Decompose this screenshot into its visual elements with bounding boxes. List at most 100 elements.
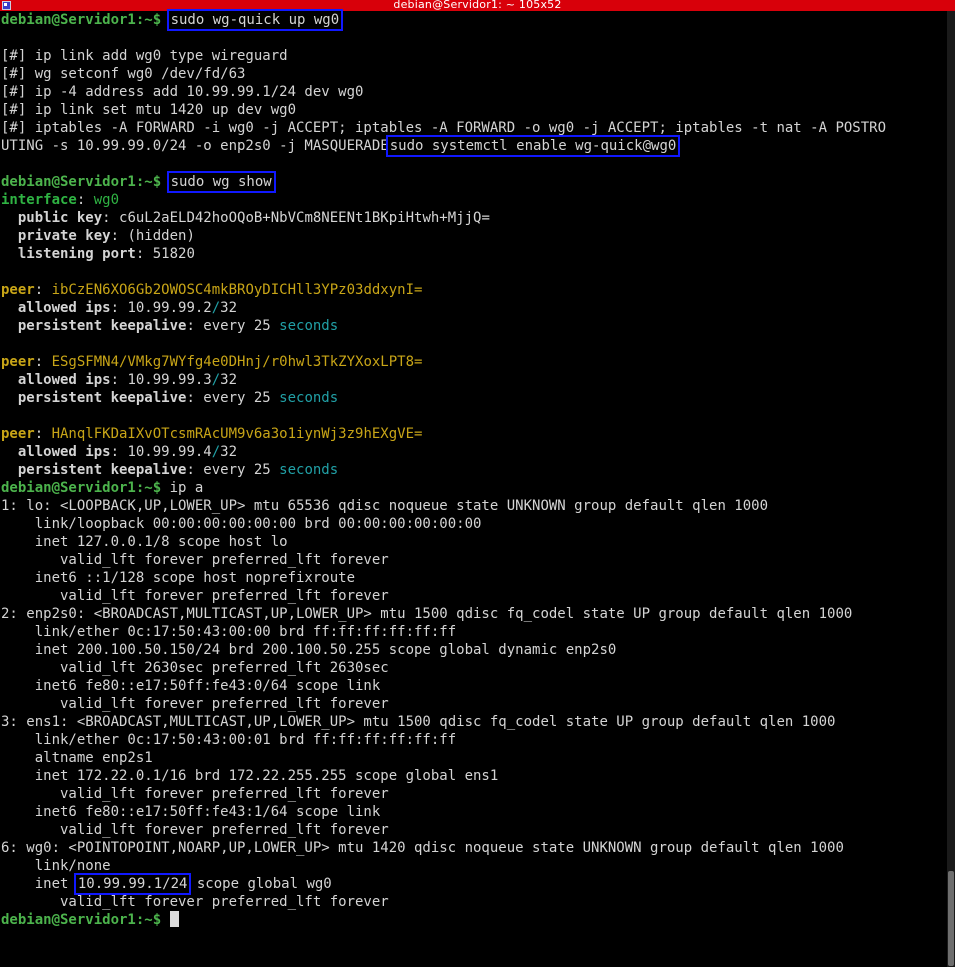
- window-title: debian@Servidor1: ~ 105x52: [393, 0, 562, 11]
- listen-port-label: listening port: [17, 246, 136, 262]
- wg-public-key-line: public key: c6uL2aELD42hoOQoB+NbVCm8NEEN…: [17, 210, 490, 226]
- output-line: valid_lft 2630sec preferred_lft 2630sec: [1, 660, 389, 676]
- terminal-output[interactable]: debian@Servidor1:~$ sudo wg-quick up wg0…: [1, 9, 945, 967]
- public-key-label: public key: [17, 210, 103, 226]
- output-line: [#] ip link set mtu 1420 up dev wg0: [1, 102, 297, 118]
- shell-prompt: debian@Servidor1:~$: [1, 174, 170, 190]
- allowed-ips-label: allowed ips: [17, 372, 111, 388]
- output-line: [#] ip -4 address add 10.99.99.1/24 dev …: [1, 84, 364, 100]
- keepalive-label: persistent keepalive: [17, 390, 187, 406]
- command-line: debian@Servidor1:~$ ip a: [1, 479, 945, 497]
- seconds-unit: seconds: [279, 390, 339, 406]
- output-line: valid_lft forever preferred_lft forever: [1, 822, 389, 838]
- output-line: inet6 ::1/128 scope host noprefixroute: [1, 570, 356, 586]
- output-line: valid_lft forever preferred_lft forever: [1, 696, 389, 712]
- peer-label: peer: [1, 354, 35, 370]
- output-line: [#] iptables -A FORWARD -i wg0 -j ACCEPT…: [1, 120, 887, 136]
- allowed-mask: 32: [220, 444, 238, 460]
- output-line: link/ether 0c:17:50:43:00:01 brd ff:ff:f…: [1, 732, 457, 748]
- keepalive-line: persistent keepalive: every 25 seconds: [17, 462, 339, 478]
- output-text: UTING -s 10.99.99.0/24 -o enp2s0 -j MASQ…: [1, 138, 389, 154]
- output-line: inet 200.100.50.150/24 brd 200.100.50.25…: [1, 642, 617, 658]
- allowed-mask: 32: [220, 372, 238, 388]
- output-text: inet: [1, 876, 77, 892]
- shell-prompt: debian@Servidor1:~$: [1, 12, 170, 28]
- allowed-ip: 10.99.99.2: [127, 300, 212, 316]
- listen-port-value: 51820: [152, 246, 195, 262]
- wg-private-key-line: private key: (hidden): [17, 228, 195, 244]
- allowed-ips-line: allowed ips: 10.99.99.2/32: [17, 300, 238, 316]
- allowed-ips-label: allowed ips: [17, 300, 111, 316]
- private-key-label: private key: [17, 228, 111, 244]
- scrollbar[interactable]: [947, 11, 955, 967]
- output-text: scope global wg0: [188, 876, 332, 892]
- keepalive-label: persistent keepalive: [17, 318, 187, 334]
- seconds-unit: seconds: [279, 462, 339, 478]
- allowed-ips-label: allowed ips: [17, 444, 111, 460]
- text-cursor: [169, 911, 179, 927]
- output-line: valid_lft forever preferred_lft forever: [1, 588, 389, 604]
- output-line: [#] wg setconf wg0 /dev/fd/63: [1, 66, 246, 82]
- shell-prompt: debian@Servidor1:~$: [1, 912, 170, 928]
- peer-line: peer: ibCzEN6XO6Gb2OWOSC4mkBROyDICHll3YP…: [1, 282, 423, 298]
- output-line: link/ether 0c:17:50:43:00:00 brd ff:ff:f…: [1, 624, 457, 640]
- output-line: 1: lo: <LOOPBACK,UP,LOWER_UP> mtu 65536 …: [1, 498, 769, 514]
- allowed-ip: 10.99.99.4: [127, 444, 212, 460]
- public-key-value: c6uL2aELD42hoOQoB+NbVCm8NEENt1BKpiHtwh+M…: [119, 210, 490, 226]
- highlighted-wg0-address: 10.99.99.1/24: [73, 873, 192, 895]
- peer-key: HAnqlFKDaIXvOTcsmRAcUM9v6a3o1iynWj3z9hEX…: [51, 426, 423, 442]
- seconds-unit: seconds: [279, 318, 339, 334]
- wg-listen-port-line: listening port: 51820: [17, 246, 195, 262]
- peer-label: peer: [1, 282, 35, 298]
- private-key-value: (hidden): [127, 228, 195, 244]
- keepalive-line: persistent keepalive: every 25 seconds: [17, 318, 339, 334]
- keepalive-line: persistent keepalive: every 25 seconds: [17, 390, 339, 406]
- highlighted-command: sudo systemctl enable wg-quick@wg0: [385, 135, 681, 157]
- command-line: debian@Servidor1:~$ sudo wg-quick up wg0: [1, 9, 945, 31]
- output-line: valid_lft forever preferred_lft forever: [1, 894, 389, 910]
- peer-key: ibCzEN6XO6Gb2OWOSC4mkBROyDICHll3YPz03ddx…: [51, 282, 423, 298]
- output-line: valid_lft forever preferred_lft forever: [1, 552, 389, 568]
- command-line: debian@Servidor1:~$: [1, 911, 945, 929]
- keepalive-value: every 25: [203, 318, 280, 334]
- keepalive-value: every 25: [203, 462, 280, 478]
- wg0-inet-line: inet 10.99.99.1/24 scope global wg0: [1, 873, 945, 895]
- allowed-ip: 10.99.99.3: [127, 372, 212, 388]
- scrollbar-thumb[interactable]: [948, 871, 954, 966]
- highlighted-command: sudo wg show: [166, 171, 276, 193]
- wg-interface-line: interface: wg0: [1, 192, 120, 208]
- output-line: [#] ip link add wg0 type wireguard: [1, 48, 288, 64]
- command-line: debian@Servidor1:~$ sudo wg show: [1, 171, 945, 193]
- peer-line: peer: ESgSFMN4/VMkg7WYfg4e0DHnj/r0hwl3Tk…: [1, 354, 423, 370]
- output-line: altname enp2s1: [1, 750, 153, 766]
- highlighted-command: sudo wg-quick up wg0: [166, 9, 344, 31]
- output-line: inet 172.22.0.1/16 brd 172.22.255.255 sc…: [1, 768, 499, 784]
- shell-prompt: debian@Servidor1:~$: [1, 480, 170, 496]
- output-line: valid_lft forever preferred_lft forever: [1, 786, 389, 802]
- output-line: 2: enp2s0: <BROADCAST,MULTICAST,UP,LOWER…: [1, 606, 853, 622]
- output-line: inet 127.0.0.1/8 scope host lo: [1, 534, 288, 550]
- keepalive-value: every 25: [203, 390, 280, 406]
- peer-label: peer: [1, 426, 35, 442]
- allowed-mask: 32: [220, 300, 238, 316]
- interface-name: wg0: [93, 192, 120, 208]
- command-text: ip a: [169, 480, 204, 496]
- title-bar: debian@Servidor1: ~ 105x52: [0, 0, 955, 11]
- output-line: 6: wg0: <POINTOPOINT,NOARP,UP,LOWER_UP> …: [1, 840, 844, 856]
- keepalive-label: persistent keepalive: [17, 462, 187, 478]
- peer-key: ESgSFMN4/VMkg7WYfg4e0DHnj/r0hwl3TkZYXoxL…: [51, 354, 423, 370]
- peer-line: peer: HAnqlFKDaIXvOTcsmRAcUM9v6a3o1iynWj…: [1, 426, 423, 442]
- allowed-ips-line: allowed ips: 10.99.99.4/32: [17, 444, 238, 460]
- output-line: link/loopback 00:00:00:00:00:00 brd 00:0…: [1, 516, 482, 532]
- output-line: inet6 fe80::e17:50ff:fe43:0/64 scope lin…: [1, 678, 381, 694]
- command-line: UTING -s 10.99.99.0/24 -o enp2s0 -j MASQ…: [1, 135, 945, 157]
- output-line: 3: ens1: <BROADCAST,MULTICAST,UP,LOWER_U…: [1, 714, 836, 730]
- interface-label: interface: [1, 192, 77, 208]
- output-line: inet6 fe80::e17:50ff:fe43:1/64 scope lin…: [1, 804, 381, 820]
- allowed-ips-line: allowed ips: 10.99.99.3/32: [17, 372, 238, 388]
